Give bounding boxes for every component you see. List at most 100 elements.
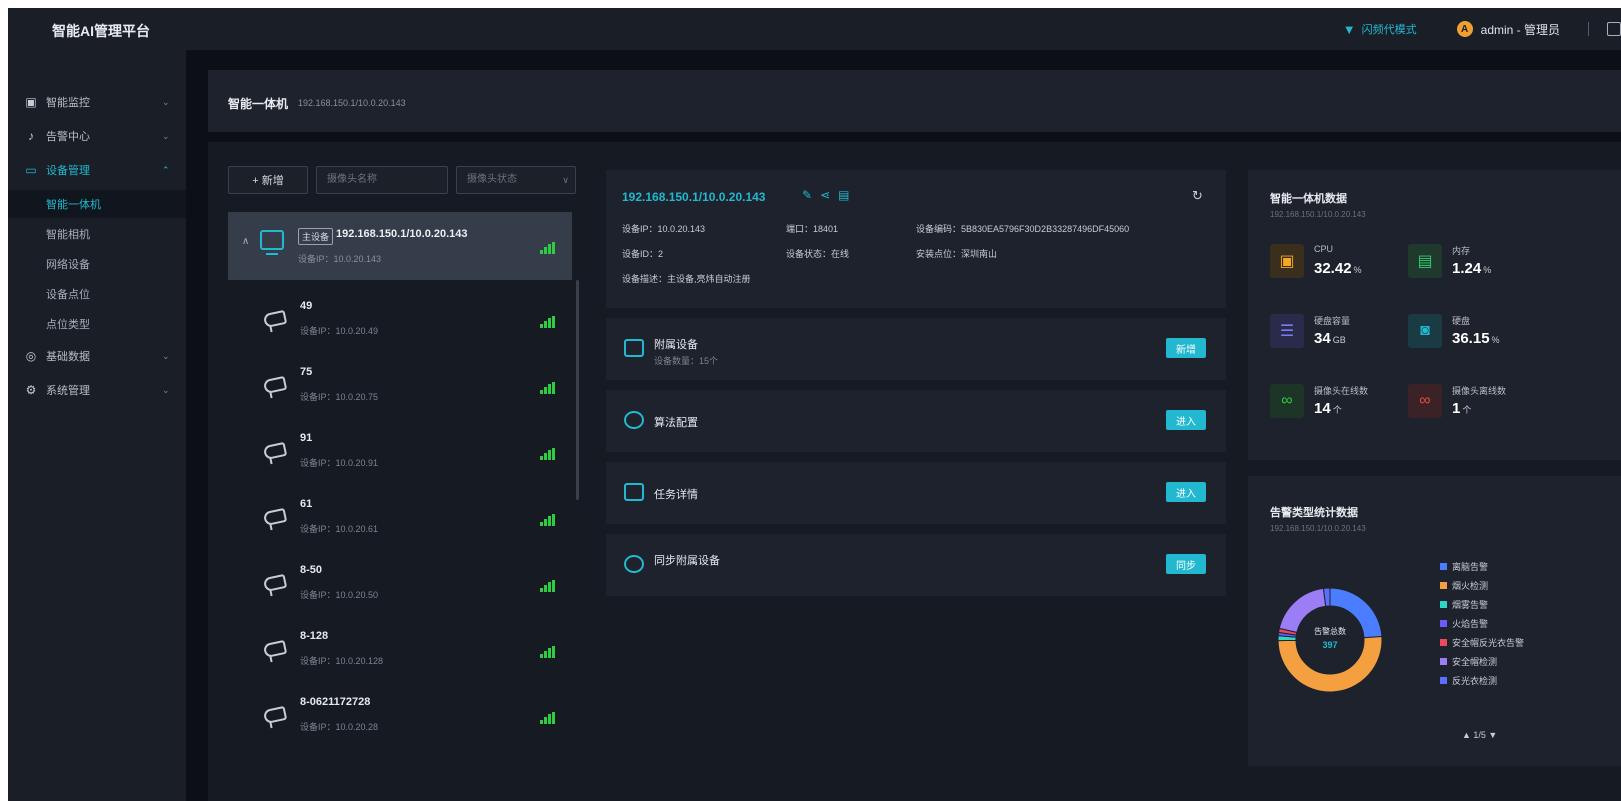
metric-label: 硬盘 (1452, 316, 1471, 326)
camera-icon (262, 639, 288, 659)
camera-list-item[interactable]: 8-0621172728 设备IP：10.0.20.28 (228, 686, 572, 752)
chevron-down-icon: ∨ (562, 175, 569, 185)
signal-icon (540, 382, 556, 394)
algorithm-icon (624, 411, 644, 429)
legend-item[interactable]: 烟雾告警 (1440, 598, 1488, 611)
camera-name: 61 (300, 498, 313, 510)
user-menu[interactable]: A admin - 管理员 (1456, 21, 1560, 38)
sidebar-item-monitor[interactable]: ▣ 智能监控 ⌄ (8, 88, 186, 116)
camera-icon (262, 375, 288, 395)
sidebar-subitem-points[interactable]: 设备点位 (8, 280, 186, 308)
sidebar-subitem-point-types[interactable]: 点位类型 (8, 310, 186, 338)
task-detail-row: 任务详情 进入 (606, 462, 1226, 524)
metric-label: 内存 (1452, 246, 1471, 256)
camera-name-input[interactable]: 摄像头名称 (316, 166, 448, 194)
collapse-icon[interactable]: ∧ (242, 236, 249, 247)
device-desc-value: 设备描述：主设备,亮炜自动注册 (622, 274, 751, 284)
sidebar-subitem-ai-box[interactable]: 智能一体机 (8, 190, 186, 218)
legend-pager[interactable]: ▲ 1/5 ▼ (1462, 730, 1497, 740)
camera-ip: 设备IP：10.0.20.128 (300, 656, 384, 666)
stats-title: 智能一体机数据 (1270, 193, 1347, 205)
legend-item[interactable]: 反光衣检测 (1440, 674, 1497, 687)
legend-item[interactable]: 安全帽检测 (1440, 655, 1497, 668)
camera-ip: 设备IP：10.0.20.61 (300, 524, 379, 534)
sync-button[interactable]: 同步 (1166, 554, 1206, 574)
device-stats-card: 智能一体机数据 192.168.150.1/10.0.20.143 ▣ CPU … (1248, 170, 1621, 460)
chevron-down-icon: ⌄ (162, 96, 170, 107)
camera-ip: 设备IP：10.0.20.28 (300, 722, 379, 732)
mode-label: 闪频代模式 (1361, 24, 1417, 36)
camera-list-item[interactable]: 61 设备IP：10.0.20.61 (228, 488, 572, 554)
stats-subtitle: 192.168.150.1/10.0.20.143 (1270, 210, 1366, 219)
task-list-icon (624, 483, 644, 501)
device-info-card: 192.168.150.1/10.0.20.143 ✎⋖▤ ↻ 设备IP：10.… (606, 170, 1226, 308)
sidebar-subitem-label: 设备点位 (46, 289, 90, 301)
sidebar-subitem-label: 智能一体机 (46, 199, 101, 211)
camera-icon (262, 507, 288, 527)
metric-value: 1.24% (1452, 260, 1491, 277)
camera-status-select[interactable]: 摄像头状态 ∨ (456, 166, 576, 194)
camera-ip: 设备IP：10.0.20.91 (300, 458, 379, 468)
legend-item[interactable]: 安全帽反光衣告警 (1440, 636, 1524, 649)
metric-unit: % (1491, 335, 1500, 345)
legend-item[interactable]: 离脑告警 (1440, 560, 1488, 573)
camera-ip: 设备IP：10.0.20.49 (300, 326, 379, 336)
sidebar-item-system[interactable]: ⚙ 系统管理 ⌄ (8, 376, 186, 404)
filter-icon: ▼ (1342, 21, 1356, 37)
mode-toggle[interactable]: ▼ 闪频代模式 (1343, 21, 1417, 37)
camera-name: 8-50 (300, 564, 323, 576)
camera-offline-metric: ∞ 摄像头离线数 1个 (1408, 380, 1548, 424)
sidebar-item-base-data[interactable]: ◎ 基础数据 ⌄ (8, 342, 186, 370)
device-icon: ▭ (25, 163, 37, 177)
sidebar-item-devices[interactable]: ▭ 设备管理 ⌃ (8, 156, 186, 184)
signal-icon (540, 448, 556, 460)
legend-label: 离脑告警 (1452, 562, 1489, 572)
metric-label: 摄像头在线数 (1314, 386, 1369, 396)
main-device-ip: 设备IP：10.0.20.143 (298, 254, 382, 264)
camera-icon (262, 309, 288, 329)
page-subtitle: 192.168.150.1/10.0.20.143 (298, 98, 406, 108)
page-title: 智能一体机 (228, 97, 289, 111)
device-ip-title: 192.168.150.1/10.0.20.143 (622, 190, 766, 204)
camera-list-item[interactable]: 8-128 设备IP：10.0.20.128 (228, 620, 572, 686)
sync-accessory-row: 同步附属设备 同步 (606, 534, 1226, 596)
enter-task-button[interactable]: 进入 (1166, 482, 1206, 502)
camera-list-item[interactable]: 49 设备IP：10.0.20.49 (228, 290, 572, 356)
legend-item[interactable]: 火焰告警 (1440, 617, 1488, 630)
sidebar-item-alarm[interactable]: ♪ 告警中心 ⌄ (8, 122, 186, 150)
list-scrollbar[interactable] (576, 280, 579, 500)
sidebar-subitem-camera[interactable]: 智能相机 (8, 220, 186, 248)
metric-value: 1个 (1452, 400, 1471, 417)
delete-icon[interactable]: ▤ (838, 188, 857, 202)
camera-status-placeholder: 摄像头状态 (467, 174, 517, 185)
metric-unit: 个 (1462, 405, 1472, 415)
metric-number: 32.42 (1314, 260, 1352, 277)
avatar: A (1456, 21, 1473, 37)
camera-list-item[interactable]: 8-50 设备IP：10.0.20.50 (228, 554, 572, 620)
share-icon[interactable]: ⋖ (820, 188, 838, 202)
donut-slice[interactable] (1278, 587, 1327, 633)
legend-label: 烟雾告警 (1452, 600, 1489, 610)
legend-item[interactable]: 烟火检测 (1440, 579, 1488, 592)
camera-list-item[interactable]: 91 设备IP：10.0.20.91 (228, 422, 572, 488)
camera-name: 8-128 (300, 630, 329, 642)
add-device-button[interactable]: + 新增 (228, 166, 308, 194)
camera-list-item[interactable]: 75 设备IP：10.0.20.75 (228, 356, 572, 422)
monitor-icon: ▣ (25, 95, 37, 109)
legend-swatch (1440, 639, 1447, 646)
logout-icon[interactable] (1607, 22, 1621, 36)
main-device-row[interactable]: ∧ 主设备 192.168.150.1/10.0.20.143 设备IP：10.… (228, 212, 572, 280)
camera-name: 8-0621172728 (300, 696, 371, 708)
add-accessory-button[interactable]: 新增 (1166, 338, 1206, 358)
sidebar-item-label: 基础数据 (46, 351, 90, 363)
signal-icon (540, 514, 556, 526)
app-window: 智能AI管理平台 ▼ 闪频代模式 A admin - 管理员 ▣ 智能监控 ⌄ … (8, 8, 1621, 801)
camera-name: 49 (300, 300, 313, 312)
sidebar-subitem-network[interactable]: 网络设备 (8, 250, 186, 278)
enter-algorithm-button[interactable]: 进入 (1166, 410, 1206, 430)
edit-icon[interactable]: ✎ (802, 188, 820, 202)
breadcrumb: 智能一体机 192.168.150.1/10.0.20.143 (208, 70, 1621, 132)
camera-icon (262, 705, 288, 725)
refresh-icon[interactable]: ↻ (1192, 188, 1203, 204)
signal-icon (540, 580, 556, 592)
